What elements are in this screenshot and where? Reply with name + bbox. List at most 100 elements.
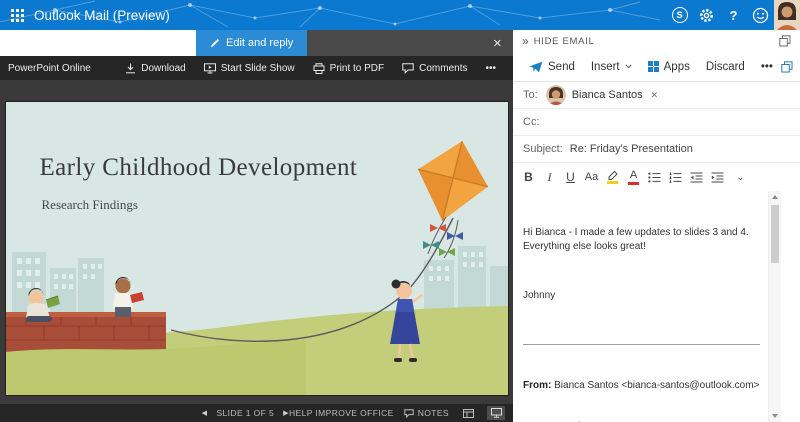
scrollbar-track[interactable] bbox=[769, 203, 781, 410]
slide-canvas-area: Early Childhood Development Research Fin… bbox=[0, 80, 513, 404]
open-message-new-window-button[interactable] bbox=[781, 61, 793, 73]
discard-label: Discard bbox=[706, 61, 745, 73]
outdent-icon bbox=[690, 172, 703, 183]
slide-subtitle: Research Findings bbox=[42, 197, 138, 213]
waffle-icon bbox=[11, 9, 24, 22]
help-button[interactable]: ? bbox=[720, 0, 747, 30]
app-title: Outlook Mail (Preview) bbox=[34, 8, 170, 23]
apps-button[interactable]: Apps bbox=[640, 61, 698, 73]
to-field[interactable]: To: Bianca Santos ✕ bbox=[513, 82, 800, 109]
scroll-down-icon bbox=[772, 414, 778, 418]
decrease-indent-button[interactable] bbox=[686, 166, 707, 188]
slideshow-label: Start Slide Show bbox=[221, 63, 295, 74]
format-more-button[interactable]: ⌄ bbox=[730, 166, 751, 188]
scroll-up-button[interactable] bbox=[769, 191, 781, 203]
slide-illustration bbox=[6, 102, 508, 395]
download-icon bbox=[125, 63, 136, 74]
ppt-app-name: PowerPoint Online bbox=[8, 63, 91, 74]
start-slideshow-button[interactable]: Start Slide Show bbox=[195, 56, 304, 80]
right-padding bbox=[781, 191, 800, 422]
italic-button[interactable]: I bbox=[539, 166, 560, 188]
compose-toolbar: Send Insert Apps Discard ••• bbox=[513, 52, 800, 82]
print-to-pdf-button[interactable]: Print to PDF bbox=[304, 56, 393, 80]
slideshow-view-button[interactable] bbox=[487, 406, 505, 420]
message-signature: Johnny bbox=[523, 289, 760, 303]
message-body-area: Hi Bianca - I made a few updates to slid… bbox=[513, 191, 800, 422]
slide-title: Early Childhood Development bbox=[40, 154, 358, 182]
slide: Early Childhood Development Research Fin… bbox=[6, 102, 508, 395]
send-label: Send bbox=[548, 61, 575, 73]
font-color-button[interactable]: A bbox=[623, 166, 644, 188]
popout-reading-pane-button[interactable] bbox=[779, 35, 791, 47]
message-body-editor[interactable]: Hi Bianca - I made a few updates to slid… bbox=[513, 191, 768, 422]
remove-recipient-button[interactable]: ✕ bbox=[651, 90, 659, 101]
send-button[interactable]: Send bbox=[521, 61, 583, 73]
close-preview-button[interactable]: ✕ bbox=[482, 37, 513, 50]
cc-field[interactable]: Cc: bbox=[513, 109, 800, 136]
increase-indent-button[interactable] bbox=[707, 166, 728, 188]
settings-button[interactable] bbox=[693, 0, 720, 30]
scroll-down-button[interactable] bbox=[769, 410, 781, 422]
viewer-status-bar: ◀ SLIDE 1 OF 5 ▶ HELP IMPROVE OFFICE NOT… bbox=[0, 404, 513, 422]
font-color-glyph: A bbox=[630, 170, 637, 181]
pencil-icon bbox=[210, 38, 220, 48]
chevron-down-icon bbox=[625, 64, 632, 69]
hide-email-button[interactable]: » HIDE EMAIL bbox=[522, 35, 595, 47]
normal-view-icon bbox=[463, 409, 474, 418]
popout-icon bbox=[781, 61, 793, 73]
highlight-button[interactable] bbox=[602, 166, 623, 188]
font-button[interactable]: Aa bbox=[581, 166, 602, 188]
scroll-up-icon bbox=[772, 195, 778, 199]
notes-icon bbox=[404, 409, 414, 418]
gear-icon bbox=[698, 7, 715, 24]
subject-value: Re: Friday's Presentation bbox=[570, 143, 693, 155]
download-button[interactable]: Download bbox=[116, 56, 194, 80]
more-dots-icon: ••• bbox=[761, 61, 773, 73]
underline-button[interactable]: U bbox=[560, 166, 581, 188]
ppt-toolbar: PowerPoint Online Download Start Slide S… bbox=[0, 56, 513, 80]
comments-button[interactable]: Comments bbox=[393, 56, 476, 80]
smiley-icon bbox=[752, 7, 769, 24]
apps-icon bbox=[648, 61, 659, 72]
message-intro: Hi Bianca - I made a few updates to slid… bbox=[523, 226, 760, 254]
tabstrip-spacer bbox=[0, 30, 196, 56]
discard-button[interactable]: Discard bbox=[698, 61, 753, 73]
ppt-more-button[interactable]: ••• bbox=[476, 56, 505, 80]
slide-counter: SLIDE 1 OF 5 bbox=[216, 408, 274, 418]
numbered-list-button[interactable] bbox=[665, 166, 686, 188]
edit-and-reply-button[interactable]: Edit and reply bbox=[196, 30, 307, 56]
previous-slide-button[interactable]: ◀ bbox=[202, 409, 208, 417]
format-toolbar: B I U Aa A bbox=[513, 163, 800, 191]
collapse-chevrons-icon: » bbox=[522, 35, 529, 47]
hide-email-row: » HIDE EMAIL bbox=[513, 30, 800, 52]
app-launcher-button[interactable] bbox=[0, 0, 34, 30]
notes-button[interactable]: NOTES bbox=[404, 408, 449, 418]
comments-label: Comments bbox=[419, 63, 467, 74]
account-avatar[interactable] bbox=[774, 0, 800, 30]
subject-label: Subject: bbox=[523, 143, 563, 155]
bullet-list-icon bbox=[648, 172, 661, 183]
skype-button[interactable]: S bbox=[666, 0, 693, 30]
subject-field[interactable]: Subject: Re: Friday's Presentation bbox=[513, 136, 800, 163]
notes-label: NOTES bbox=[418, 408, 449, 418]
to-label: To: bbox=[523, 89, 538, 101]
compose-more-button[interactable]: ••• bbox=[753, 61, 781, 73]
normal-view-button[interactable] bbox=[459, 406, 477, 420]
recipient-name: Bianca Santos bbox=[572, 89, 643, 101]
numbered-list-icon bbox=[669, 172, 682, 183]
print-label: Print to PDF bbox=[330, 63, 384, 74]
feedback-button[interactable] bbox=[747, 0, 774, 30]
help-improve-office-link[interactable]: HELP IMPROVE OFFICE bbox=[289, 408, 394, 418]
indent-icon bbox=[711, 172, 724, 183]
slideshow-icon bbox=[204, 63, 216, 74]
highlight-color-swatch bbox=[607, 181, 618, 184]
insert-button[interactable]: Insert bbox=[583, 61, 640, 73]
bullet-list-button[interactable] bbox=[644, 166, 665, 188]
viewer-tabstrip: Edit and reply ✕ bbox=[0, 30, 513, 56]
recipient-chip[interactable]: Bianca Santos ✕ bbox=[546, 85, 658, 105]
apps-label: Apps bbox=[664, 61, 690, 73]
bold-button[interactable]: B bbox=[518, 166, 539, 188]
scrollbar-thumb[interactable] bbox=[771, 205, 779, 263]
more-dots-icon: ••• bbox=[485, 63, 496, 74]
scrollbar[interactable] bbox=[768, 191, 781, 422]
